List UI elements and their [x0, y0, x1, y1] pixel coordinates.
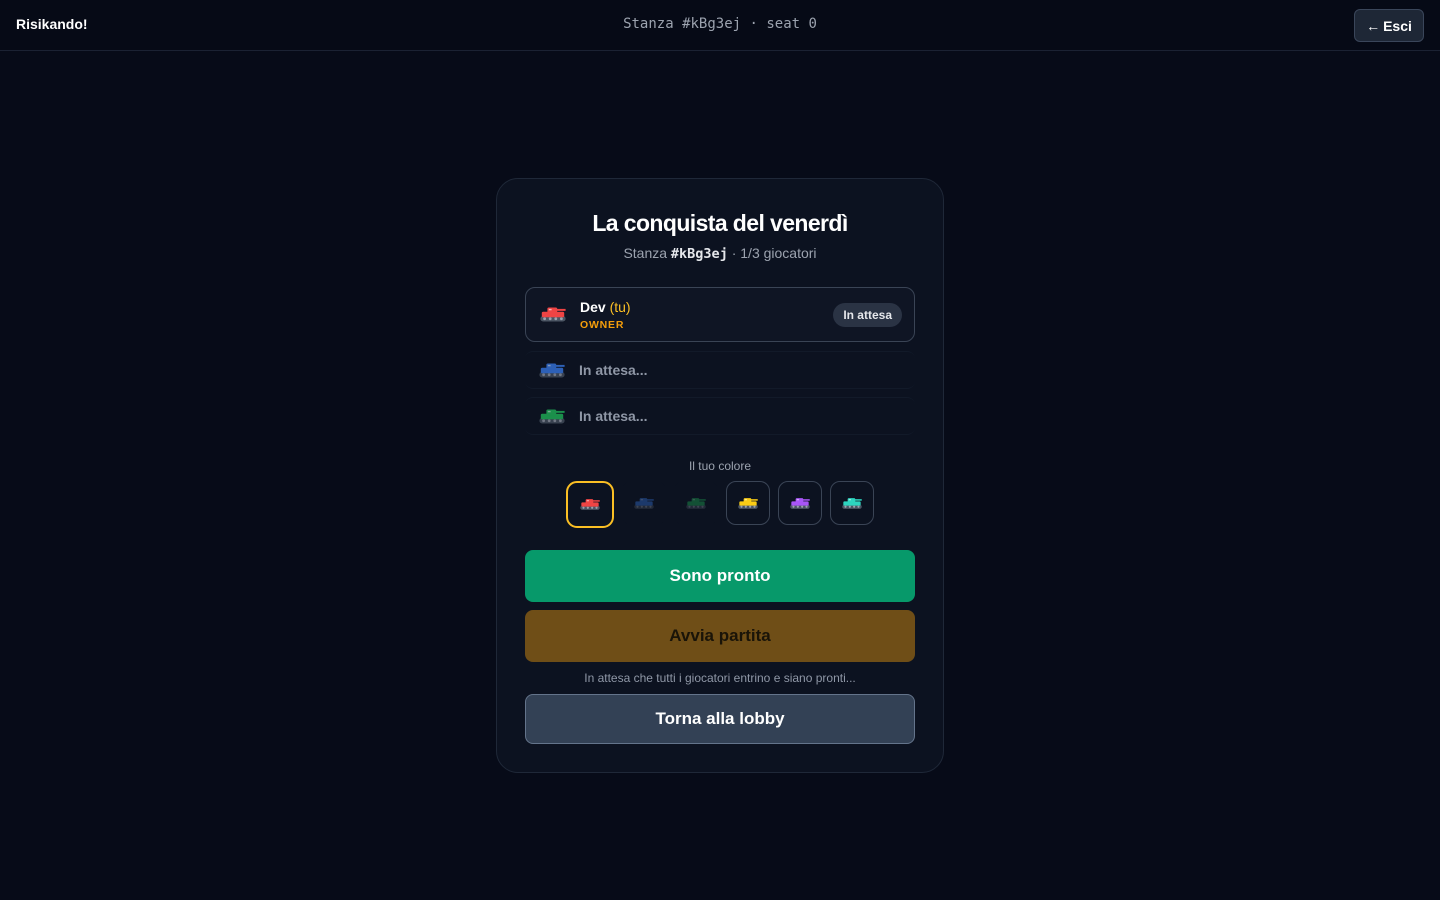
- room-card: La conquista del venerdì Stanza #kBg3ej …: [496, 178, 944, 773]
- status-badge: In attesa: [833, 303, 902, 327]
- start-game-button[interactable]: Avvia partita: [525, 610, 915, 662]
- waiting-hint: In attesa che tutti i giocatori entrino …: [584, 671, 856, 685]
- tank-icon: [685, 497, 707, 510]
- arrow-left-icon: ←: [1366, 17, 1381, 34]
- tank-icon: [538, 362, 566, 379]
- back-to-lobby-button[interactable]: Torna alla lobby: [525, 694, 915, 744]
- seat-2: In attesa...: [525, 397, 915, 435]
- player-role: OWNER: [580, 318, 625, 331]
- player-count: · 1/3 giocatori: [731, 245, 817, 261]
- color-option-2: [674, 481, 718, 525]
- tank-icon: [841, 497, 863, 510]
- top-bar: Risikando! Stanza #kBg3ej · seat 0 ← Esc…: [0, 0, 1440, 51]
- subtitle-prefix: Stanza: [623, 245, 668, 261]
- seat-0: Dev (tu) OWNER In attesa: [525, 287, 915, 342]
- color-picker: [566, 481, 874, 528]
- room-code: #kBg3ej: [670, 246, 728, 262]
- exit-button[interactable]: ← Esci: [1354, 9, 1424, 42]
- seat-1: In attesa...: [525, 351, 915, 389]
- color-option-1: [622, 481, 666, 525]
- seat-waiting-label: In attesa...: [579, 362, 648, 378]
- color-picker-label: Il tuo colore: [688, 459, 752, 473]
- seat-waiting-label: In attesa...: [579, 408, 648, 424]
- color-option-5[interactable]: [830, 481, 874, 525]
- seat-player-info: Dev (tu) OWNER: [580, 299, 631, 331]
- tank-icon: [539, 306, 567, 323]
- room-subtitle: Stanza #kBg3ej · 1/3 giocatori: [497, 245, 943, 262]
- tank-icon: [579, 498, 601, 511]
- color-option-3[interactable]: [726, 481, 770, 525]
- color-option-4[interactable]: [778, 481, 822, 525]
- player-name: Dev (tu): [580, 299, 631, 315]
- room-info: Stanza #kBg3ej · seat 0: [623, 16, 817, 32]
- player-name-text: Dev: [580, 298, 606, 315]
- room-title: La conquista del venerdì: [592, 210, 848, 236]
- tank-icon: [538, 408, 566, 425]
- tank-icon: [737, 497, 759, 510]
- color-option-0[interactable]: [566, 481, 614, 528]
- tank-icon: [633, 497, 655, 510]
- exit-label: Esci: [1383, 17, 1412, 34]
- tank-icon: [789, 497, 811, 510]
- you-tag: (tu): [609, 298, 631, 315]
- ready-button[interactable]: Sono pronto: [525, 550, 915, 602]
